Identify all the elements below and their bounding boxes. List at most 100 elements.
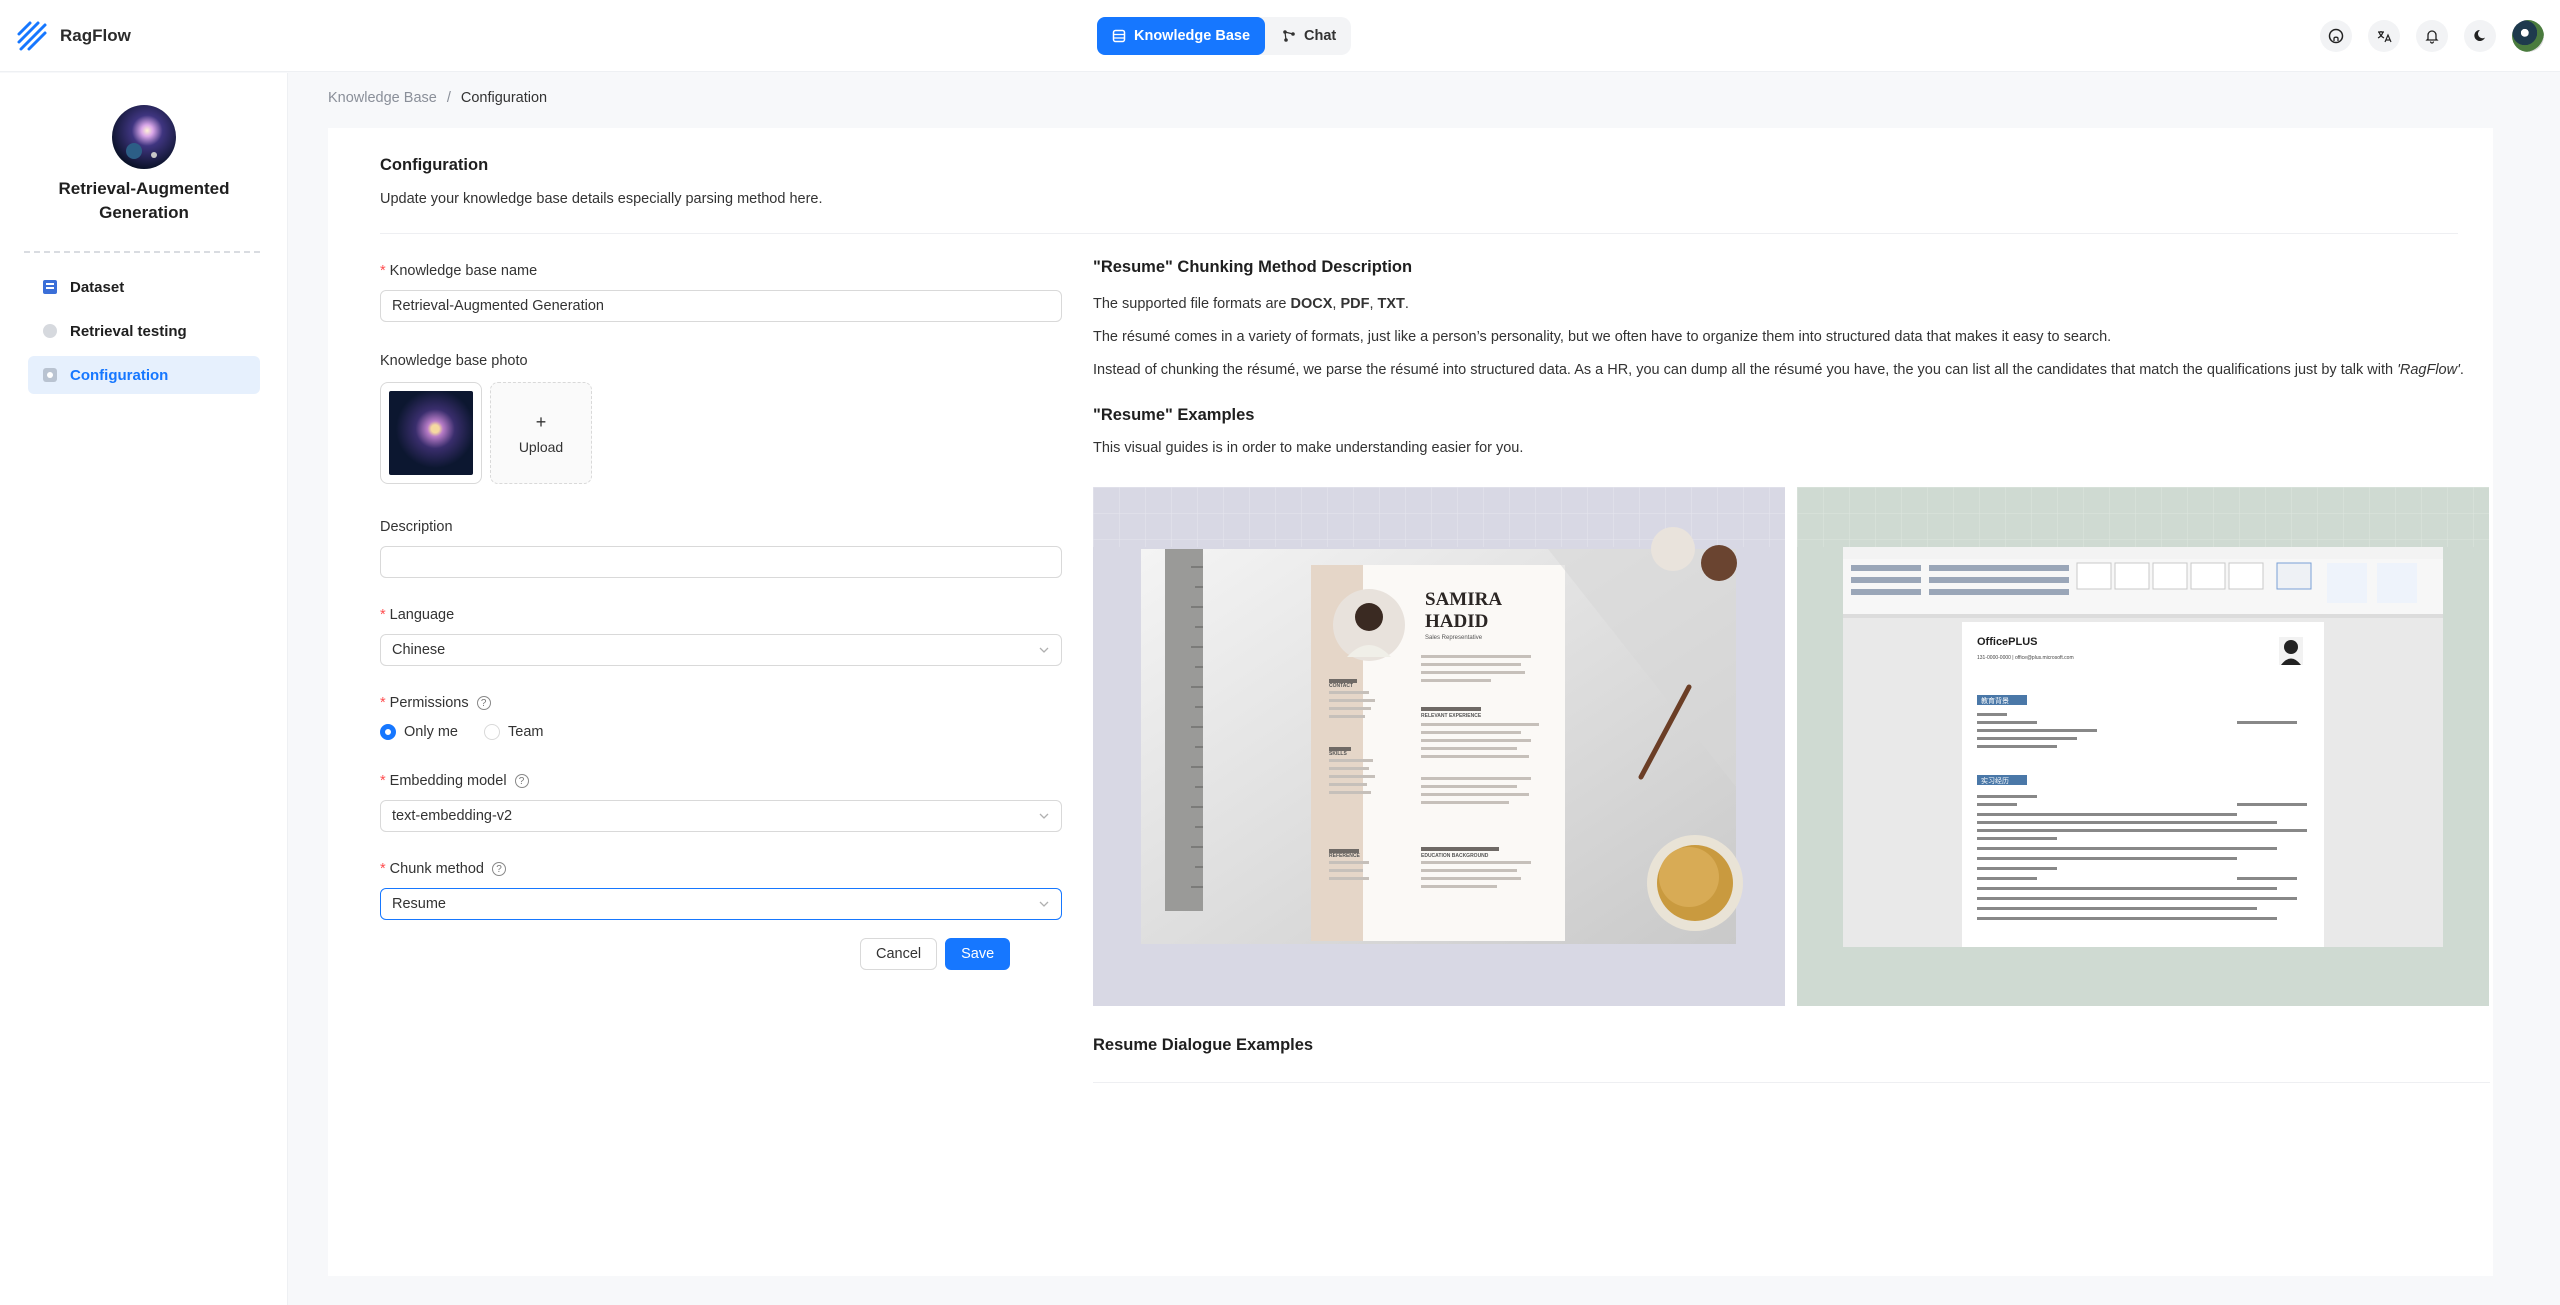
app-name: RagFlow <box>60 26 131 45</box>
sidebar-item-label: Configuration <box>70 366 169 384</box>
page-title: Configuration <box>380 156 489 174</box>
chunk-value: Resume <box>392 896 446 912</box>
embedding-value: text-embedding-v2 <box>392 808 513 824</box>
github-button[interactable] <box>2320 20 2352 52</box>
dialogue-examples-heading: Resume Dialogue Examples <box>1093 1036 1314 1054</box>
sidebar-item-retrieval-testing[interactable]: Retrieval testing <box>28 312 260 350</box>
formats-paragraph: The supported file formats are DOCX, PDF… <box>1093 295 2493 314</box>
radio-only-me[interactable]: Only me <box>380 724 458 740</box>
embedding-model-select[interactable]: text-embedding-v2 <box>380 800 1062 832</box>
permissions-label: * Permissions ? <box>380 692 1062 714</box>
examples-heading: "Resume" Examples <box>1093 406 1255 424</box>
example-education: EDUCATION BACKGROUND <box>1421 853 1489 859</box>
format-txt: TXT <box>1377 296 1405 312</box>
breadcrumb: Knowledge Base / Configuration <box>328 90 547 106</box>
database-icon <box>1112 29 1126 43</box>
breadcrumb-current: Configuration <box>460 90 548 106</box>
para3-suffix: . <box>2459 362 2464 378</box>
github-icon <box>2328 28 2344 44</box>
kb-name-input[interactable]: Retrieval-Augmented Generation <box>380 290 1062 322</box>
breadcrumb-root[interactable]: Knowledge Base <box>328 90 437 106</box>
chunk-label-text: Chunk method <box>389 861 484 877</box>
kb-photo-thumbnail[interactable] <box>380 382 482 484</box>
chunk-method-select[interactable]: Resume <box>380 888 1062 920</box>
user-avatar[interactable] <box>2512 20 2544 52</box>
notifications-button[interactable] <box>2416 20 2448 52</box>
description-paragraph-3: Instead of chunking the résumé, we parse… <box>1093 361 2493 380</box>
kb-name: Retrieval-Augmented Generation <box>58 179 230 222</box>
required-mark: * <box>380 607 386 623</box>
example-role: Sales Representative <box>1425 635 1483 641</box>
language-label: * Language <box>380 604 1062 626</box>
header-actions <box>2320 20 2544 52</box>
nav-knowledge-base[interactable]: Knowledge Base <box>1097 17 1266 55</box>
resume-example-image-1: SAMIRA HADID Sales Representative CONTAC… <box>1093 487 1785 1006</box>
formats-prefix: The supported file formats are <box>1093 296 1291 312</box>
chevron-down-icon <box>1039 813 1049 819</box>
description-input[interactable] <box>380 546 1062 578</box>
description-paragraph-2: The résumé comes in a variety of formats… <box>1093 329 2112 345</box>
permissions-radio-group: Only me Team <box>380 724 1062 740</box>
form-actions: Cancel Save <box>860 938 1011 970</box>
theme-toggle-button[interactable] <box>2464 20 2496 52</box>
language-select[interactable]: Chinese <box>380 634 1062 666</box>
para3-prefix: Instead of chunking the résumé, we parse… <box>1093 362 2398 378</box>
name-label: * Knowledge base name <box>380 260 1062 282</box>
language-button[interactable] <box>2368 20 2400 52</box>
example-section-internship: 实习经历 <box>1981 776 2009 785</box>
permissions-label-text: Permissions <box>389 695 469 711</box>
radio-team[interactable]: Team <box>484 724 543 740</box>
description-label: Description <box>380 516 1062 538</box>
photo-uploader: + Upload <box>380 382 1062 484</box>
description-label-text: Description <box>380 519 453 535</box>
sidebar-item-label: Retrieval testing <box>70 322 187 340</box>
translate-icon <box>2377 31 2392 43</box>
breadcrumb-separator: / <box>446 90 451 106</box>
sidebar-item-dataset[interactable]: Dataset <box>28 268 260 306</box>
help-icon[interactable]: ? <box>476 696 491 710</box>
app-logo[interactable]: RagFlow <box>16 20 131 52</box>
upload-button[interactable]: + Upload <box>490 382 592 484</box>
required-mark: * <box>380 861 386 877</box>
help-icon[interactable]: ? <box>514 774 529 788</box>
chat-graph-icon <box>1283 30 1295 42</box>
kb-name-value: Retrieval-Augmented Generation <box>392 298 604 314</box>
example-name-last: HADID <box>1425 611 1488 632</box>
configuration-card: Configuration Update your knowledge base… <box>328 128 2493 1276</box>
examples-subtitle: This visual guides is in order to make u… <box>1093 440 1524 456</box>
sidebar-item-configuration[interactable]: Configuration <box>28 356 260 394</box>
sidebar-menu: Dataset Retrieval testing Configuration <box>28 268 260 400</box>
chevron-down-icon <box>1039 647 1049 653</box>
para3-emphasis: 'RagFlow' <box>2397 362 2460 378</box>
required-mark: * <box>380 695 386 711</box>
example-reference: REFERENCE <box>1329 853 1361 859</box>
format-pdf: PDF <box>1340 296 1370 312</box>
configuration-icon <box>43 368 57 382</box>
ragflow-logo-icon <box>17 21 47 51</box>
chevron-down-icon <box>1039 901 1049 907</box>
photo-label: Knowledge base photo <box>380 350 1062 372</box>
dataset-icon <box>43 280 57 294</box>
radio-team-label: Team <box>508 724 544 740</box>
upload-label: Upload <box>518 438 564 455</box>
description-heading: "Resume" Chunking Method Description <box>1093 258 1413 276</box>
language-label-text: Language <box>389 607 455 623</box>
sidebar-item-label: Dataset <box>70 278 125 296</box>
kb-photo-image <box>389 391 473 475</box>
radio-only-me-label: Only me <box>404 724 458 740</box>
nav-knowledge-base-label: Knowledge Base <box>1134 28 1251 44</box>
cancel-button[interactable]: Cancel <box>860 938 938 970</box>
radio-dot <box>484 724 500 740</box>
example-name-first: SAMIRA <box>1425 589 1502 610</box>
help-icon[interactable]: ? <box>491 862 506 876</box>
format-docx: DOCX <box>1290 296 1333 312</box>
example-section-education: 教育背景 <box>1981 696 2009 705</box>
example-experience: RELEVANT EXPERIENCE <box>1421 713 1482 719</box>
embedding-label-text: Embedding model <box>389 773 507 789</box>
resume-example-image-2: OfficePLUS 131-0000-0000 | office@plus.m… <box>1797 487 2489 1006</box>
name-label-text: Knowledge base name <box>389 263 538 279</box>
example-skills: SKILLS <box>1329 751 1347 757</box>
nav-chat[interactable]: Chat <box>1267 17 1351 55</box>
required-mark: * <box>380 263 386 279</box>
save-button[interactable]: Save <box>945 938 1011 970</box>
